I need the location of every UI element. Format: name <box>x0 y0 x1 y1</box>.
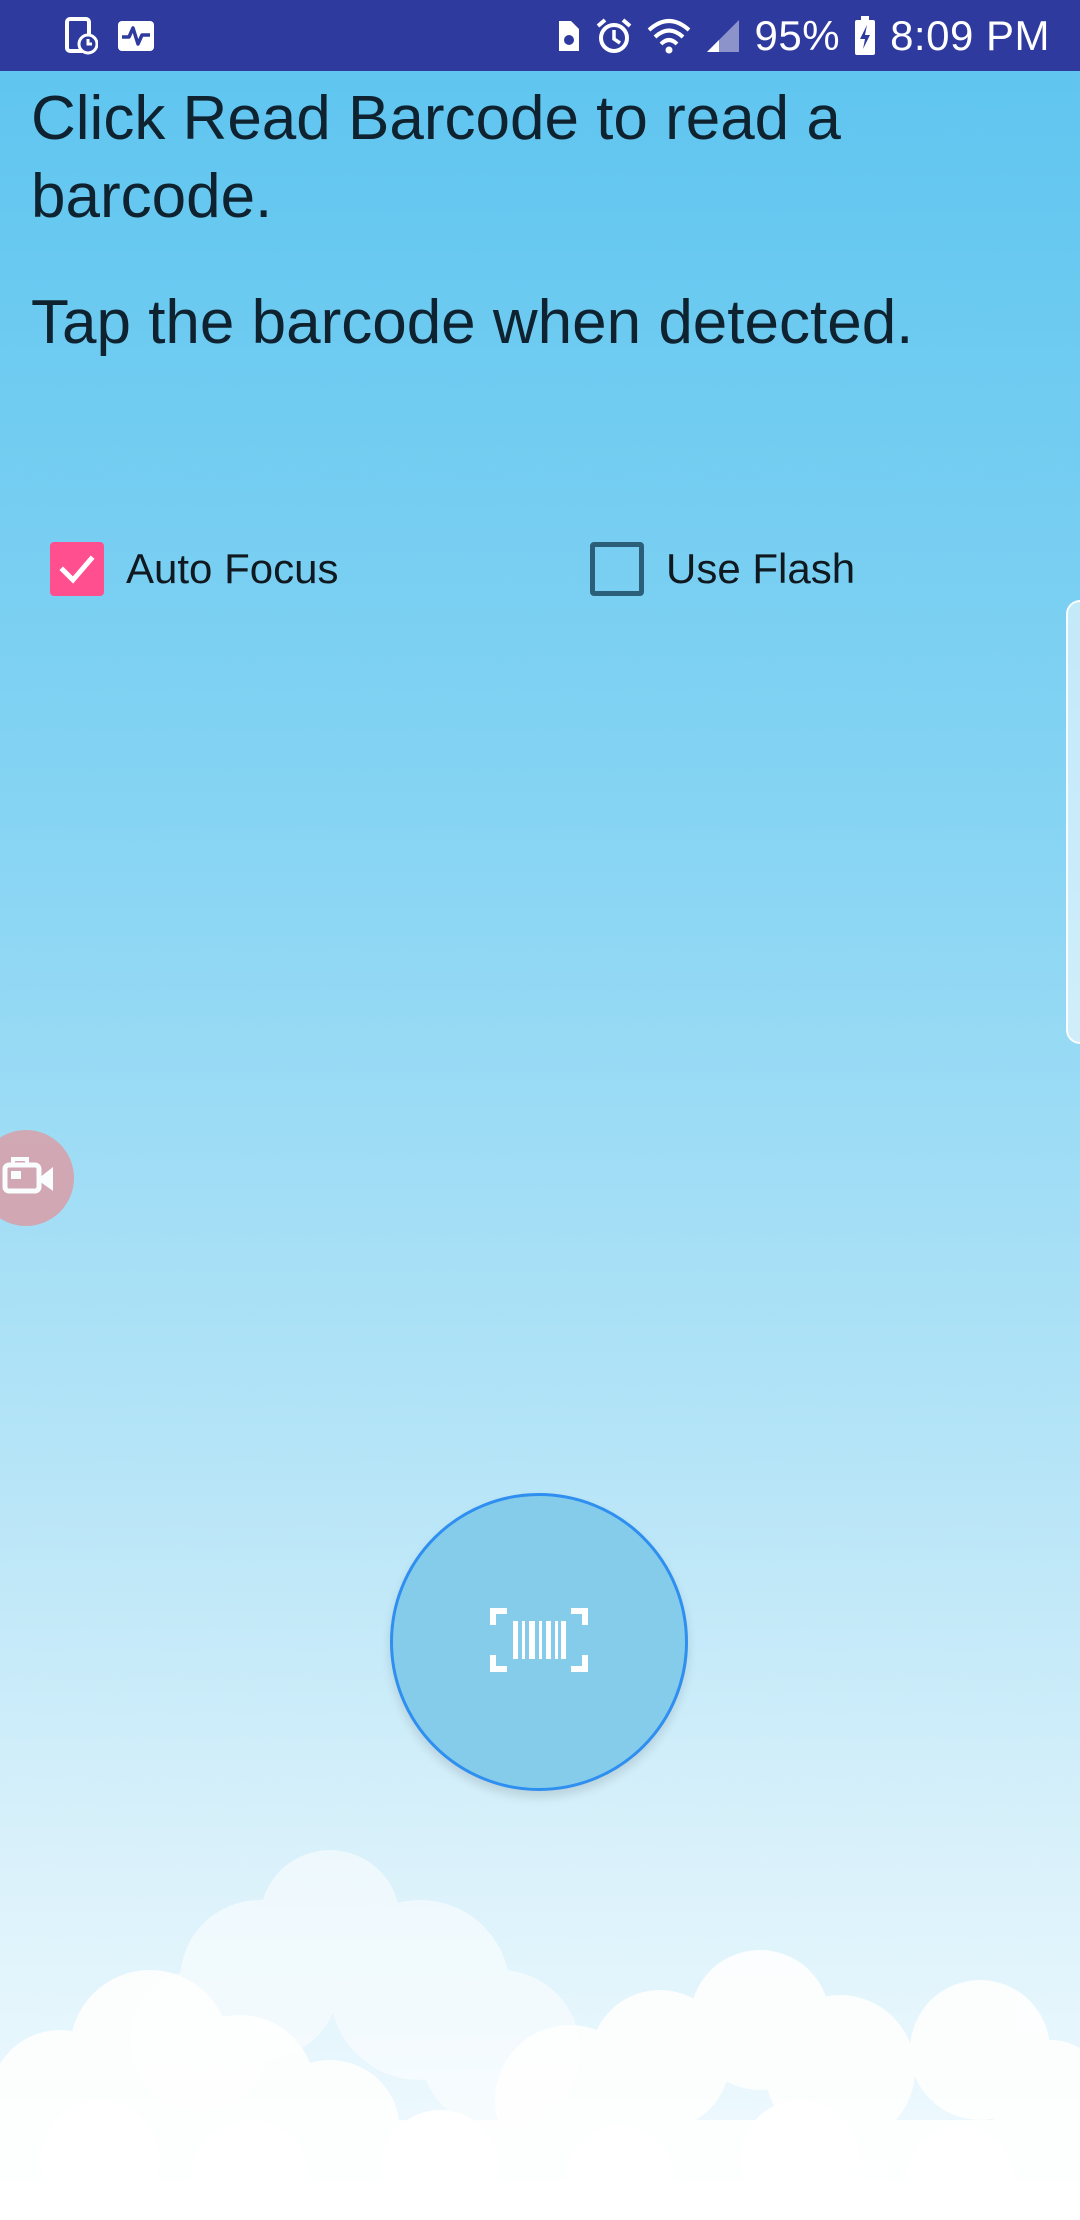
signal-icon <box>705 18 741 54</box>
alarm-icon <box>595 17 633 55</box>
edge-panel-handle[interactable] <box>1066 600 1080 1044</box>
battery-percent: 95% <box>754 12 841 59</box>
clock: 8:09 PM <box>890 12 1050 59</box>
checkbox-unchecked-icon[interactable] <box>590 542 644 596</box>
instruction-read-barcode: Click Read Barcode to read a barcode. <box>31 84 841 231</box>
auto-focus-checkbox[interactable]: Auto Focus <box>50 539 338 599</box>
status-bar-left <box>64 14 156 58</box>
use-flash-checkbox[interactable]: Use Flash <box>590 539 855 599</box>
auto-focus-label[interactable]: Auto Focus <box>126 545 338 593</box>
use-flash-label[interactable]: Use Flash <box>666 545 855 593</box>
video-camera-icon <box>0 1151 61 1206</box>
read-barcode-button[interactable] <box>390 1493 688 1791</box>
screenshot-icon <box>64 17 98 55</box>
wifi-icon <box>647 18 691 54</box>
barcode-scan-icon <box>489 1607 589 1678</box>
status-bar: 95% 8:09 PM <box>0 0 1080 71</box>
instructions: Click Read Barcode to read a barcode. Ta… <box>31 80 1031 362</box>
sim-icon <box>555 19 581 53</box>
clouds-background <box>0 1850 1080 2220</box>
status-bar-right: 95% 8:09 PM <box>555 10 1050 62</box>
activity-icon <box>116 19 156 53</box>
floating-recorder-button[interactable] <box>0 1130 74 1226</box>
battery-charging-icon <box>854 16 876 56</box>
instruction-tap-barcode: Tap the barcode when detected. <box>31 288 914 357</box>
checkbox-checked-icon[interactable] <box>50 542 104 596</box>
